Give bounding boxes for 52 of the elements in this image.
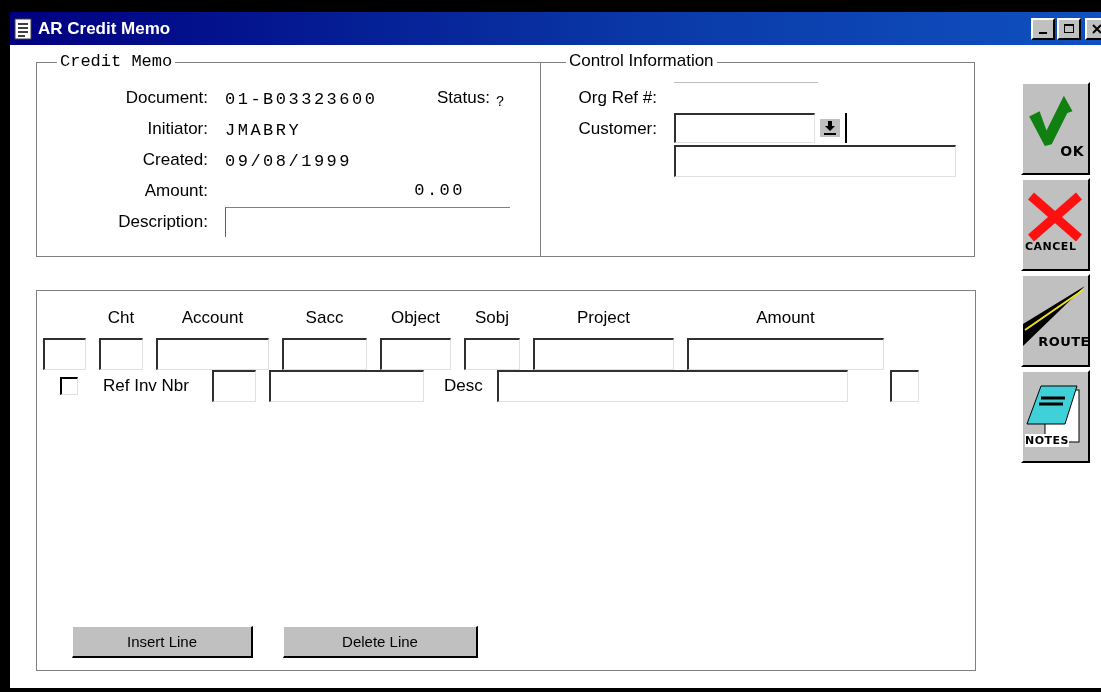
ref-field[interactable] xyxy=(212,369,256,402)
line-button[interactable]: Insert Line xyxy=(72,626,253,658)
line-button[interactable]: Delete Line xyxy=(283,626,478,658)
status-value: ? xyxy=(495,92,505,110)
notes-button[interactable]: NOTES xyxy=(1021,370,1090,463)
desc-field[interactable] xyxy=(496,369,848,402)
column-header: Amount xyxy=(756,308,815,329)
column-header: Project xyxy=(577,308,630,329)
ref-invoice-field[interactable] xyxy=(269,369,424,402)
field-label: Ref Inv Nbr xyxy=(103,375,189,396)
column-header: Account xyxy=(181,308,244,329)
field-value: 09/08/1999 xyxy=(225,151,354,171)
field-label: Document: xyxy=(124,87,208,108)
document-icon xyxy=(14,17,32,40)
line-field[interactable] xyxy=(282,338,367,370)
field-label: Org Ref #: xyxy=(577,87,657,108)
line-field[interactable] xyxy=(889,369,919,402)
line-field[interactable] xyxy=(156,338,269,370)
notepad-icon xyxy=(1025,384,1083,446)
ok-button[interactable]: OK xyxy=(1021,82,1090,175)
column-header: Sacc xyxy=(305,308,344,329)
maximize-button[interactable] xyxy=(1057,17,1081,40)
field-label: Desc xyxy=(444,375,483,396)
column-header: Object xyxy=(390,308,441,329)
field-label: Status: xyxy=(437,87,490,108)
close-icon xyxy=(1092,23,1101,34)
amount-value: 0.00 xyxy=(413,181,465,200)
maximize-icon xyxy=(1064,23,1074,34)
field-label: Customer: xyxy=(577,119,657,139)
field-value: JMABRY xyxy=(225,120,303,140)
customer-name-field[interactable] xyxy=(674,145,956,177)
field-value: 01-B03323600 xyxy=(225,89,379,109)
window-title: AR Credit Memo xyxy=(38,18,171,39)
line-field[interactable] xyxy=(43,338,86,370)
checkbox[interactable] xyxy=(60,376,78,395)
field-label: Initiator: xyxy=(146,118,208,139)
minimize-icon xyxy=(1039,31,1047,34)
column-header: Sobj xyxy=(475,308,509,329)
field-label: Amount: xyxy=(143,180,208,201)
field-label: Description: xyxy=(117,211,208,232)
line-field[interactable] xyxy=(464,338,520,370)
line-field[interactable] xyxy=(533,338,674,370)
customer-field[interactable] xyxy=(674,113,815,143)
field-label: Created: xyxy=(141,149,208,170)
line-field[interactable] xyxy=(380,338,451,370)
minimize-button[interactable] xyxy=(1031,17,1055,40)
line-field[interactable] xyxy=(687,338,884,370)
cancel-button[interactable]: CANCEL xyxy=(1021,178,1090,271)
cross-icon xyxy=(1027,192,1083,242)
checkmark-icon xyxy=(1027,94,1073,146)
line-field[interactable] xyxy=(99,338,143,370)
column-header: Cht xyxy=(107,308,135,329)
